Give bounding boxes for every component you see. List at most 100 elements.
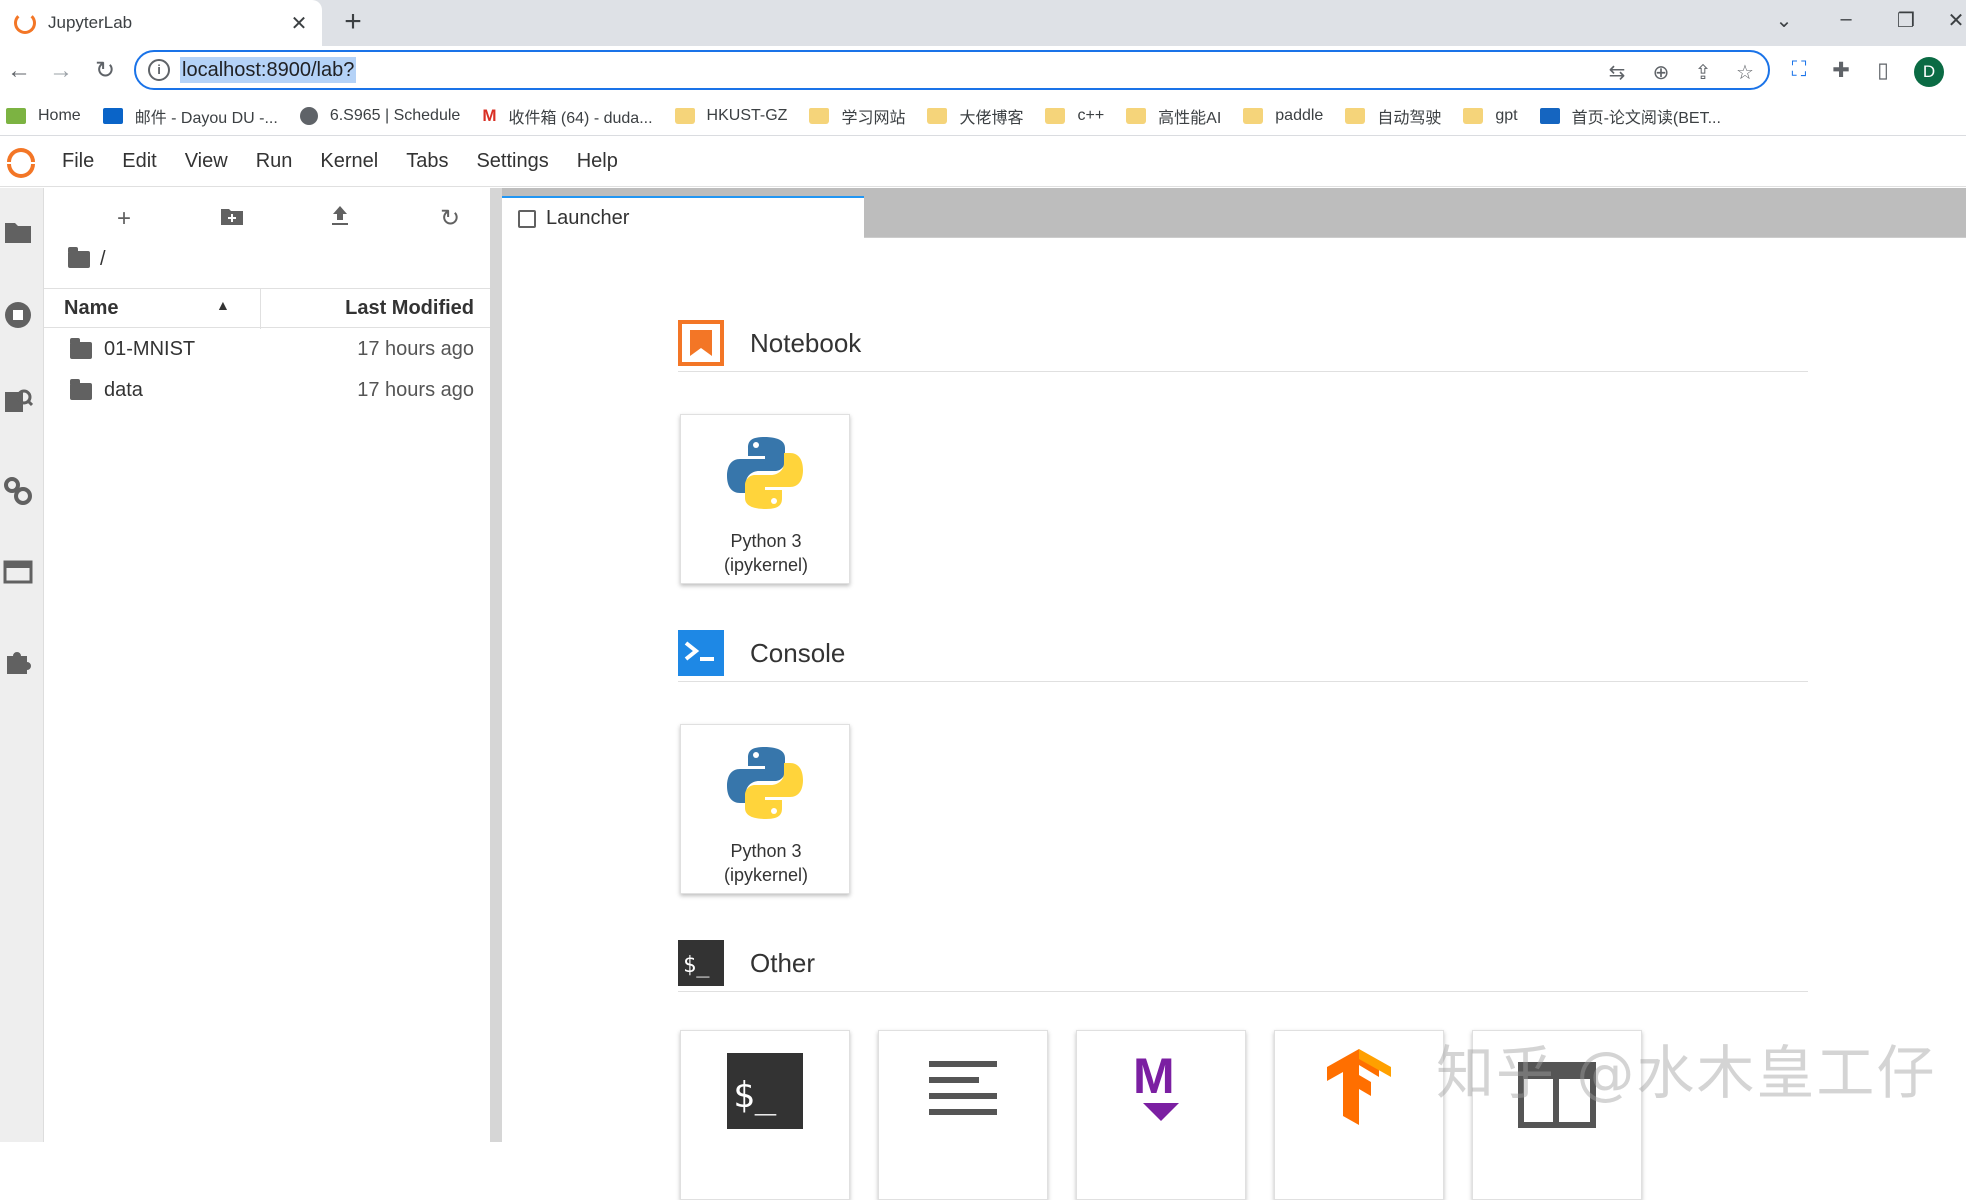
- running-kernels-icon[interactable]: [0, 300, 36, 336]
- browser-tab-jupyterlab[interactable]: JupyterLab ✕: [0, 0, 322, 46]
- sort-ascending-icon[interactable]: ▲: [216, 297, 230, 313]
- bookmark-folder-cpp[interactable]: c++: [1045, 107, 1104, 125]
- bookmark-home[interactable]: Home: [6, 107, 81, 125]
- menu-kernel[interactable]: Kernel: [306, 150, 392, 173]
- markdown-icon: M: [1133, 1048, 1179, 1121]
- file-browser-icon[interactable]: [0, 218, 36, 254]
- menu-settings[interactable]: Settings: [462, 150, 562, 173]
- back-arrow-icon[interactable]: ←: [2, 56, 36, 86]
- column-header-name[interactable]: Name: [64, 297, 118, 320]
- markdown-file-card[interactable]: M: [1076, 1030, 1246, 1200]
- extensions-puzzle-icon[interactable]: ✚: [1826, 58, 1856, 83]
- text-file-card[interactable]: [878, 1030, 1048, 1200]
- file-name: data: [104, 379, 143, 401]
- menu-help[interactable]: Help: [563, 150, 632, 173]
- menu-view[interactable]: View: [171, 150, 242, 173]
- folder-icon: [1126, 107, 1147, 124]
- home-folder-icon[interactable]: [68, 247, 90, 268]
- outlook-icon: [102, 107, 123, 124]
- share-icon[interactable]: ⇪: [1688, 60, 1718, 85]
- file-list-item[interactable]: 01-MNIST 17 hours ago: [44, 330, 490, 370]
- reload-icon[interactable]: ↻: [88, 56, 122, 86]
- bookmark-folder-hkust-gz[interactable]: HKUST-GZ: [674, 107, 787, 125]
- upload-icon[interactable]: [320, 202, 360, 236]
- bookmark-outlook-mail[interactable]: 邮件 - Dayou DU -...: [102, 104, 278, 128]
- browser-toolbar: ← → ↻ i localhost:8900/lab? ⇆ ⊕ ⇪ ☆ ⛶ ✚ …: [0, 46, 1966, 96]
- bookmark-folder-autonomous-driving[interactable]: 自动驾驶: [1345, 104, 1441, 128]
- new-tab-button[interactable]: +: [336, 6, 370, 40]
- bookmark-star-icon[interactable]: ☆: [1730, 60, 1760, 85]
- address-url[interactable]: localhost:8900/lab?: [180, 57, 357, 83]
- bookmark-folder-gpt[interactable]: gpt: [1463, 107, 1518, 125]
- python-logo-icon: [727, 747, 803, 819]
- main-dock-area: Launcher Notebook Python 3 (ipykernel) C…: [502, 188, 1966, 1200]
- launcher-section-other: $_ Other: [678, 934, 1808, 992]
- refresh-icon[interactable]: ↻: [430, 202, 470, 236]
- launcher-tab-icon: [518, 209, 536, 228]
- terminal-card[interactable]: $_: [680, 1030, 850, 1200]
- document-tab-bar: Launcher: [502, 188, 1966, 239]
- restore-window-icon[interactable]: ❐: [1886, 8, 1926, 33]
- minimize-window-icon[interactable]: –: [1826, 8, 1866, 31]
- section-header: $_ Other: [678, 934, 1808, 992]
- bookmark-6s965-schedule[interactable]: 6.S965 | Schedule: [299, 106, 460, 125]
- side-panel-icon[interactable]: ▯: [1868, 58, 1898, 83]
- file-modified: 17 hours ago: [357, 379, 474, 401]
- zoom-icon[interactable]: ⊕: [1646, 60, 1676, 85]
- open-tabs-icon[interactable]: [0, 558, 36, 594]
- bookmark-paper-reading[interactable]: 首页-论文阅读(BET...: [1539, 104, 1721, 128]
- forward-arrow-icon[interactable]: →: [44, 56, 78, 86]
- jupyter-logo-icon: [4, 144, 40, 180]
- notebook-python3-card[interactable]: Python 3 (ipykernel): [680, 414, 850, 584]
- section-title: Notebook: [750, 328, 862, 358]
- tab-launcher-label: Launcher: [546, 207, 630, 229]
- browser-tab-title: JupyterLab: [48, 13, 133, 32]
- folder-icon: [927, 107, 948, 124]
- new-launcher-plus-icon[interactable]: +: [104, 202, 144, 236]
- menu-file[interactable]: File: [48, 150, 108, 173]
- profile-avatar[interactable]: D: [1914, 57, 1944, 87]
- bookmark-folder-study-sites[interactable]: 学习网站: [809, 104, 905, 128]
- tab-search-icon[interactable]: ⌄: [1764, 8, 1804, 33]
- zhihu-watermark: 知乎 @水木皇工仔: [1436, 1039, 1937, 1107]
- folder-icon: [1463, 107, 1484, 124]
- breadcrumb-path[interactable]: /: [100, 248, 106, 271]
- tensorboard-card[interactable]: [1274, 1030, 1444, 1200]
- gmail-icon: M: [482, 105, 497, 125]
- folder-icon: [1045, 107, 1066, 124]
- bookmark-folder-paddle[interactable]: paddle: [1243, 107, 1323, 125]
- folder-icon: [1243, 107, 1264, 124]
- panel-splitter[interactable]: [490, 188, 502, 1142]
- extension-manager-puzzle-icon[interactable]: [0, 646, 36, 682]
- bookmark-gmail-inbox[interactable]: M 收件箱 (64) - duda...: [482, 104, 652, 128]
- file-browser-panel: + ↻ / Name ▲ Last Modified 01-MNIST 17 h…: [44, 188, 490, 1142]
- card-label: Python 3 (ipykernel): [723, 531, 809, 575]
- translate-icon[interactable]: ⇆: [1602, 60, 1632, 85]
- translate-extension-icon[interactable]: ⛶: [1784, 58, 1814, 82]
- globe-icon: [299, 106, 318, 125]
- tab-launcher[interactable]: Launcher: [502, 196, 864, 239]
- property-inspector-gear-icon[interactable]: [0, 476, 36, 512]
- bookmark-folder-blogs[interactable]: 大佬博客: [927, 104, 1023, 128]
- menu-run[interactable]: Run: [242, 150, 307, 173]
- bookmark-folder-hpc-ai[interactable]: 高性能AI: [1126, 104, 1221, 128]
- svg-text:$_: $_: [733, 1075, 777, 1116]
- column-header-last-modified[interactable]: Last Modified: [345, 297, 474, 320]
- site-info-icon[interactable]: i: [148, 59, 170, 81]
- menu-tabs[interactable]: Tabs: [392, 150, 462, 173]
- menu-edit[interactable]: Edit: [108, 150, 170, 173]
- close-window-icon[interactable]: ✕: [1946, 8, 1966, 33]
- python-logo-icon: [727, 437, 803, 509]
- section-title: Console: [750, 638, 846, 668]
- command-palette-icon[interactable]: [0, 386, 36, 422]
- new-folder-icon[interactable]: [212, 202, 252, 236]
- folder-icon: [674, 107, 695, 124]
- column-divider[interactable]: [260, 289, 261, 329]
- bookmarks-bar: Home 邮件 - Dayou DU -... 6.S965 | Schedul…: [0, 96, 1966, 136]
- breadcrumb: /: [68, 247, 106, 271]
- address-bar[interactable]: i localhost:8900/lab? ⇆ ⊕ ⇪ ☆: [134, 50, 1770, 90]
- file-list-item[interactable]: data 17 hours ago: [44, 371, 490, 411]
- console-python3-card[interactable]: Python 3 (ipykernel): [680, 724, 850, 894]
- close-tab-icon[interactable]: ✕: [284, 11, 314, 36]
- section-header: Console: [678, 624, 1808, 682]
